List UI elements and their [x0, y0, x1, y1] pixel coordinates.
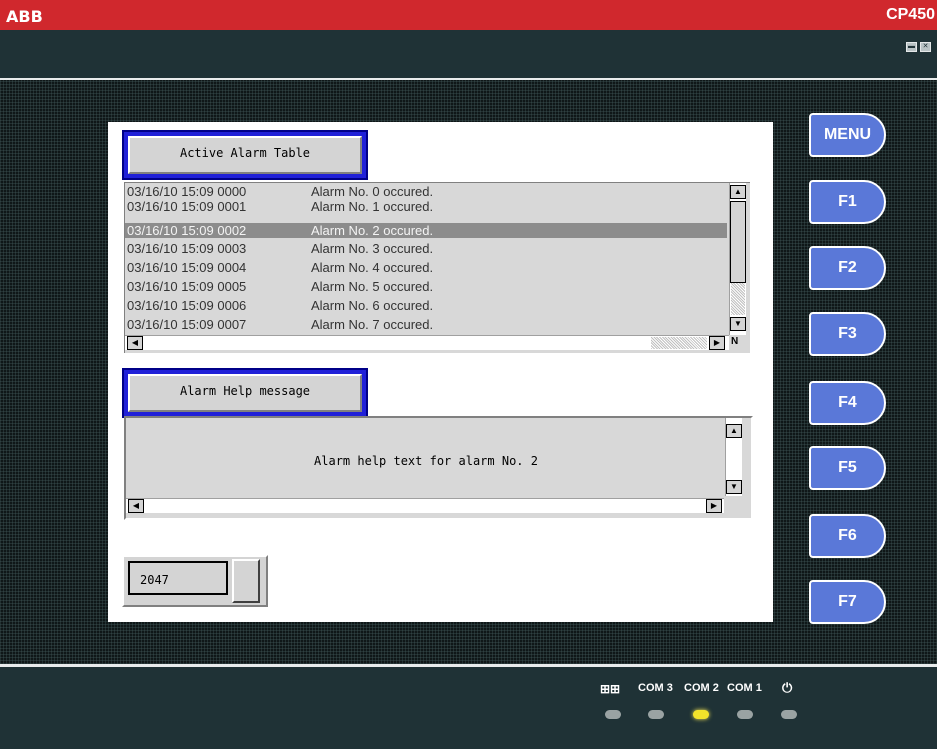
help-vertical-scrollbar[interactable]: ▲ ▼: [725, 418, 742, 496]
alarm-timestamp: 03/16/10 15:09 0001: [127, 199, 247, 214]
alarm-horizontal-scrollbar[interactable]: ◀ ▶: [125, 335, 729, 350]
led-com2: [693, 710, 709, 719]
alarm-timestamp: 03/16/10 15:09 0004: [127, 260, 247, 275]
alarm-table-title-box: Active Alarm Table: [122, 130, 368, 180]
scroll-thumb[interactable]: [730, 201, 746, 283]
menu-button[interactable]: MENU: [809, 113, 886, 157]
window-controls: ▬ ✕: [906, 42, 931, 52]
alarm-timestamp: 03/16/10 15:09 0005: [127, 279, 247, 294]
header-bezel: [0, 30, 937, 78]
footer-bezel: [0, 667, 937, 749]
f3-button[interactable]: F3: [809, 312, 886, 356]
alarm-row[interactable]: 03/16/10 15:09 0001 Alarm No. 1 occured.: [125, 199, 727, 214]
alarm-timestamp: 03/16/10 15:09 0007: [127, 317, 247, 332]
alarm-list[interactable]: 03/16/10 15:09 0000 Alarm No. 0 occured.…: [124, 182, 750, 353]
alarm-table-title: Active Alarm Table: [128, 136, 362, 174]
alarm-row[interactable]: 03/16/10 15:09 0007 Alarm No. 7 occured.: [125, 317, 727, 332]
power-icon: ⏻: [782, 680, 793, 695]
alarm-timestamp: 03/16/10 15:09 0000: [127, 184, 247, 199]
f1-button[interactable]: F1: [809, 180, 886, 224]
f5-button[interactable]: F5: [809, 446, 886, 490]
alarm-vertical-scrollbar[interactable]: ▲ ▼: [729, 183, 746, 335]
scroll-down-icon[interactable]: ▼: [730, 317, 746, 331]
port-label-com2: COM 2: [684, 682, 719, 694]
brand-logo: ABB: [6, 7, 43, 26]
alarm-message: Alarm No. 6 occured.: [311, 298, 434, 313]
alarm-timestamp: 03/16/10 15:09 0002: [127, 223, 247, 238]
close-icon[interactable]: ✕: [920, 42, 931, 52]
port-label-com1: COM 1: [727, 682, 762, 694]
help-text-box[interactable]: Alarm help text for alarm No. 2 ▲ ▼ ◀ ▶: [124, 416, 753, 520]
scroll-left-icon[interactable]: ◀: [128, 499, 144, 513]
numeric-display: 2047: [122, 555, 268, 607]
scroll-right-icon[interactable]: ▶: [706, 499, 722, 513]
model-name: CP450: [886, 6, 935, 23]
minimize-icon[interactable]: ▬: [906, 42, 917, 52]
led-power: [781, 710, 797, 719]
scroll-up-icon[interactable]: ▲: [730, 185, 746, 199]
port-label-com3: COM 3: [638, 682, 673, 694]
alarm-timestamp: 03/16/10 15:09 0003: [127, 241, 247, 256]
help-horizontal-scrollbar[interactable]: ◀ ▶: [126, 498, 724, 513]
led-com1: [737, 710, 753, 719]
alarm-message: Alarm No. 3 occured.: [311, 241, 434, 256]
network-icon: ⊞⊞: [600, 682, 621, 696]
scroll-track[interactable]: [731, 283, 745, 315]
scroll-down-icon[interactable]: ▼: [726, 480, 742, 494]
scroll-track[interactable]: [651, 337, 707, 349]
title-bar: ABB CP450: [0, 0, 937, 30]
alarm-row[interactable]: 03/16/10 15:09 0000 Alarm No. 0 occured.: [125, 184, 727, 199]
f6-button[interactable]: F6: [809, 514, 886, 558]
f4-button[interactable]: F4: [809, 381, 886, 425]
scroll-right-icon[interactable]: ▶: [709, 336, 725, 350]
numeric-button[interactable]: [232, 559, 260, 603]
f7-button[interactable]: F7: [809, 580, 886, 624]
alarm-message: Alarm No. 2 occured.: [311, 223, 434, 238]
alarm-message: Alarm No. 4 occured.: [311, 260, 434, 275]
alarm-message: Alarm No. 5 occured.: [311, 279, 434, 294]
alarm-row[interactable]: 03/16/10 15:09 0005 Alarm No. 5 occured.: [125, 279, 727, 294]
scroll-left-icon[interactable]: ◀: [127, 336, 143, 350]
alarm-row-selected[interactable]: 03/16/10 15:09 0002 Alarm No. 2 occured.: [125, 223, 727, 238]
help-text: Alarm help text for alarm No. 2: [314, 454, 538, 468]
corner-label: N: [731, 336, 739, 347]
f2-button[interactable]: F2: [809, 246, 886, 290]
led-com3: [648, 710, 664, 719]
alarm-row[interactable]: 03/16/10 15:09 0006 Alarm No. 6 occured.: [125, 298, 727, 313]
alarm-timestamp: 03/16/10 15:09 0006: [127, 298, 247, 313]
alarm-row[interactable]: 03/16/10 15:09 0004 Alarm No. 4 occured.: [125, 260, 727, 275]
led-network: [605, 710, 621, 719]
help-title: Alarm Help message: [128, 374, 362, 412]
help-title-box: Alarm Help message: [122, 368, 368, 418]
alarm-message: Alarm No. 7 occured.: [311, 317, 434, 332]
numeric-value[interactable]: 2047: [128, 561, 228, 595]
alarm-message: Alarm No. 1 occured.: [311, 199, 434, 214]
alarm-row[interactable]: 03/16/10 15:09 0003 Alarm No. 3 occured.: [125, 241, 727, 256]
scroll-up-icon[interactable]: ▲: [726, 424, 742, 438]
alarm-message: Alarm No. 0 occured.: [311, 184, 434, 199]
